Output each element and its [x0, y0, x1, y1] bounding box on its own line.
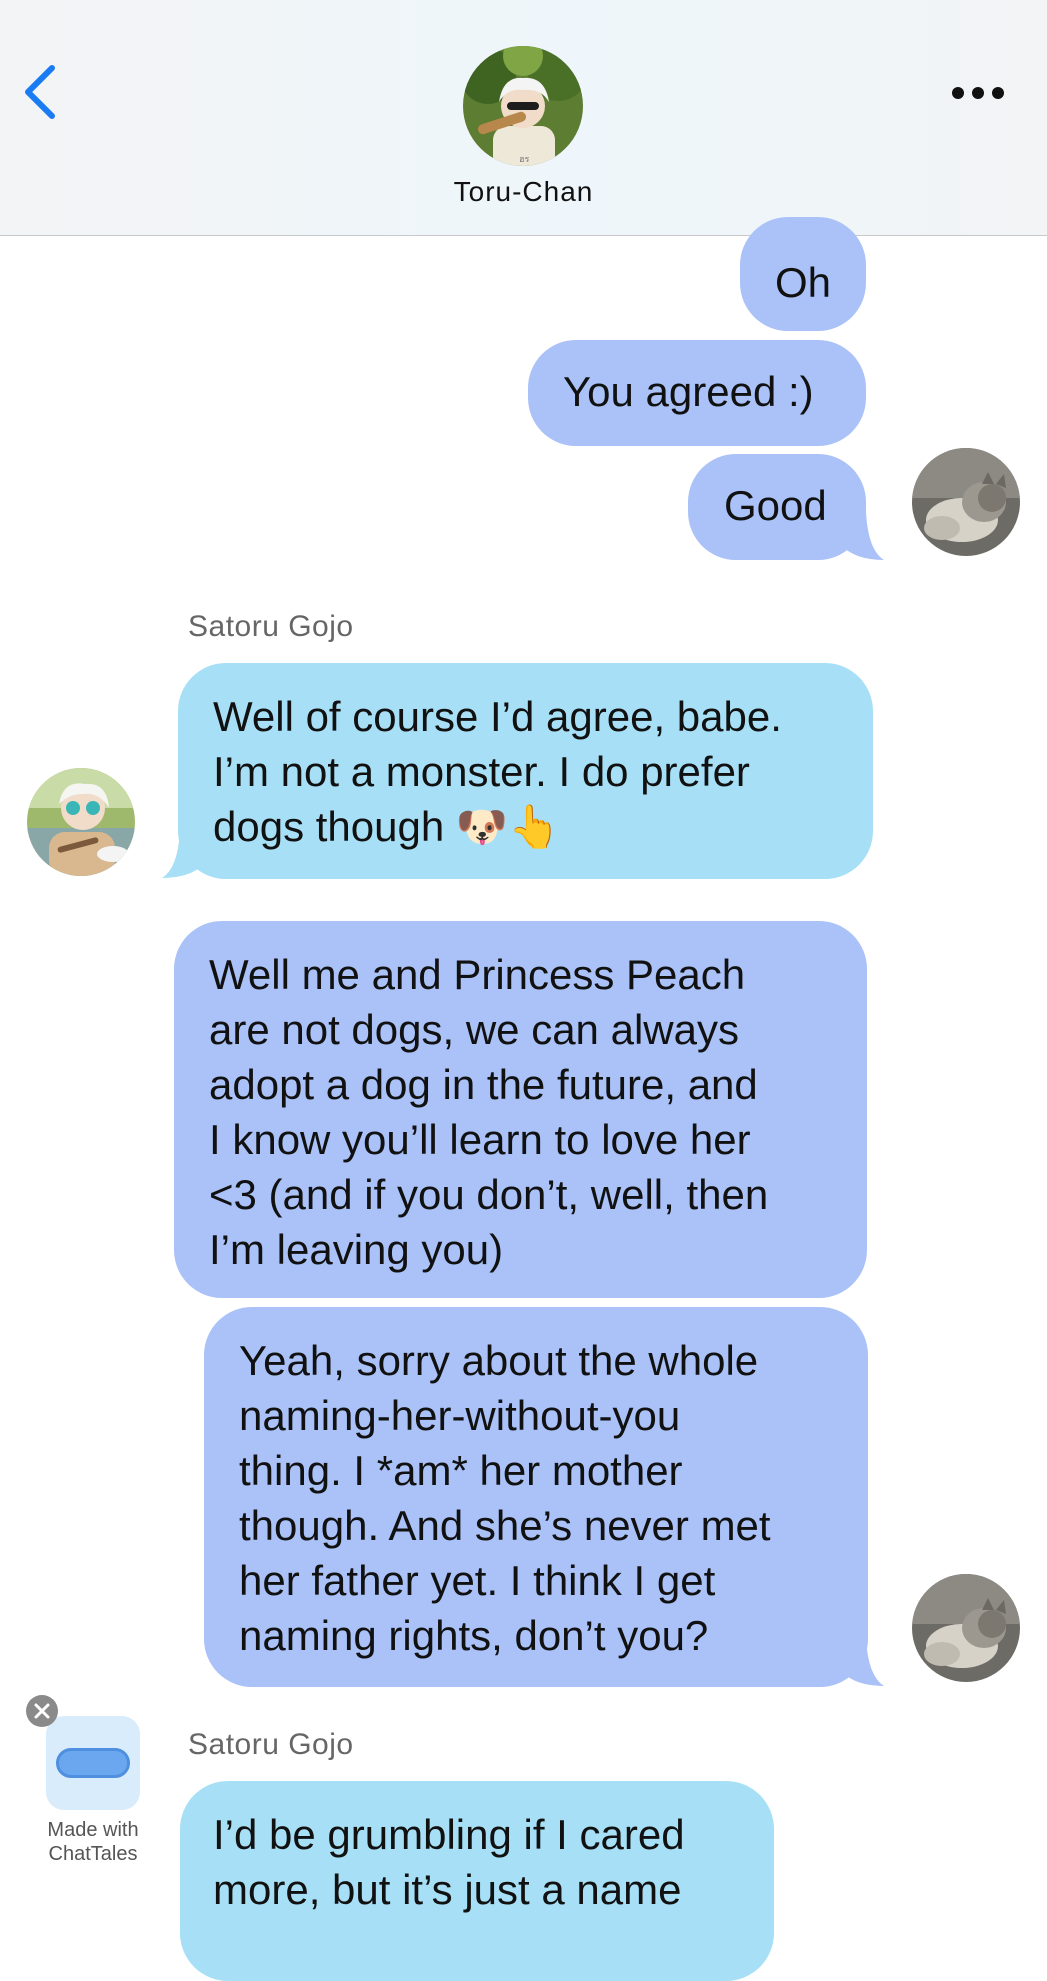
sender-name: Satoru Gojo: [188, 610, 354, 643]
message-text: Oh: [775, 259, 832, 306]
message-line: Well of course I’d agree, babe.: [213, 693, 782, 740]
message-line: her father yet. I think I get: [239, 1557, 716, 1604]
message-line: adopt a dog in the future, and: [209, 1061, 758, 1108]
my-avatar[interactable]: [912, 448, 1020, 556]
message-line: I’d be grumbling if I cared: [213, 1811, 685, 1858]
message-line: naming rights, don’t you?: [239, 1612, 709, 1659]
watermark-line: Made with: [47, 1819, 139, 1841]
my-avatar[interactable]: [912, 1574, 1020, 1682]
message-line: <3 (and if you don’t, well, then: [209, 1171, 769, 1218]
contact-name[interactable]: Toru-Chan: [0, 176, 1047, 208]
sender-name: Satoru Gojo: [188, 1728, 354, 1761]
chat-bubble-icon: [56, 1748, 130, 1778]
message-line: are not dogs, we can always: [209, 1006, 739, 1053]
message-line: I know you’ll learn to love her: [209, 1116, 751, 1163]
contact-avatar[interactable]: ฮร: [463, 46, 583, 166]
contact-avatar-small[interactable]: [27, 768, 135, 876]
message-line: dogs though 🐶👆: [213, 803, 561, 850]
message-bubble-sent[interactable]: Well me and Princess Peach are not dogs,…: [174, 921, 867, 1298]
back-button[interactable]: [20, 62, 60, 122]
message-line: naming-her-without-you: [239, 1392, 681, 1439]
message-bubble-sent[interactable]: Oh: [740, 217, 866, 331]
message-bubble-received[interactable]: Well of course I’d agree, babe. I’m not …: [178, 663, 873, 879]
message-bubble-received[interactable]: I’d be grumbling if I cared more, but it…: [180, 1781, 774, 1981]
message-line: I’m not a monster. I do prefer: [213, 748, 750, 795]
bubble-tail: [842, 1638, 884, 1686]
message-text: You agreed :): [563, 368, 814, 415]
message-line: more, but it’s just a name: [213, 1866, 682, 1913]
ellipsis-icon[interactable]: [950, 78, 1006, 108]
watermark-line: ChatTales: [48, 1843, 138, 1865]
message-line: though. And she’s never met: [239, 1502, 771, 1549]
message-line: Well me and Princess Peach: [209, 951, 746, 998]
message-bubble-sent[interactable]: You agreed :): [528, 340, 866, 446]
message-line: Yeah, sorry about the whole: [239, 1337, 759, 1384]
chat-header: ฮร Toru-Chan: [0, 0, 1047, 236]
watermark-text: Made with ChatTales: [30, 1818, 156, 1866]
close-icon[interactable]: [26, 1695, 58, 1727]
svg-text:ฮร: ฮร: [519, 155, 529, 165]
bubble-tail: [842, 512, 884, 560]
message-bubble-sent[interactable]: Yeah, sorry about the whole naming-her-w…: [204, 1307, 868, 1687]
message-line: I’m leaving you): [209, 1226, 504, 1273]
message-bubble-sent[interactable]: Good: [688, 454, 866, 560]
chattales-badge[interactable]: [46, 1716, 140, 1810]
message-line: thing. I *am* her mother: [239, 1447, 683, 1494]
